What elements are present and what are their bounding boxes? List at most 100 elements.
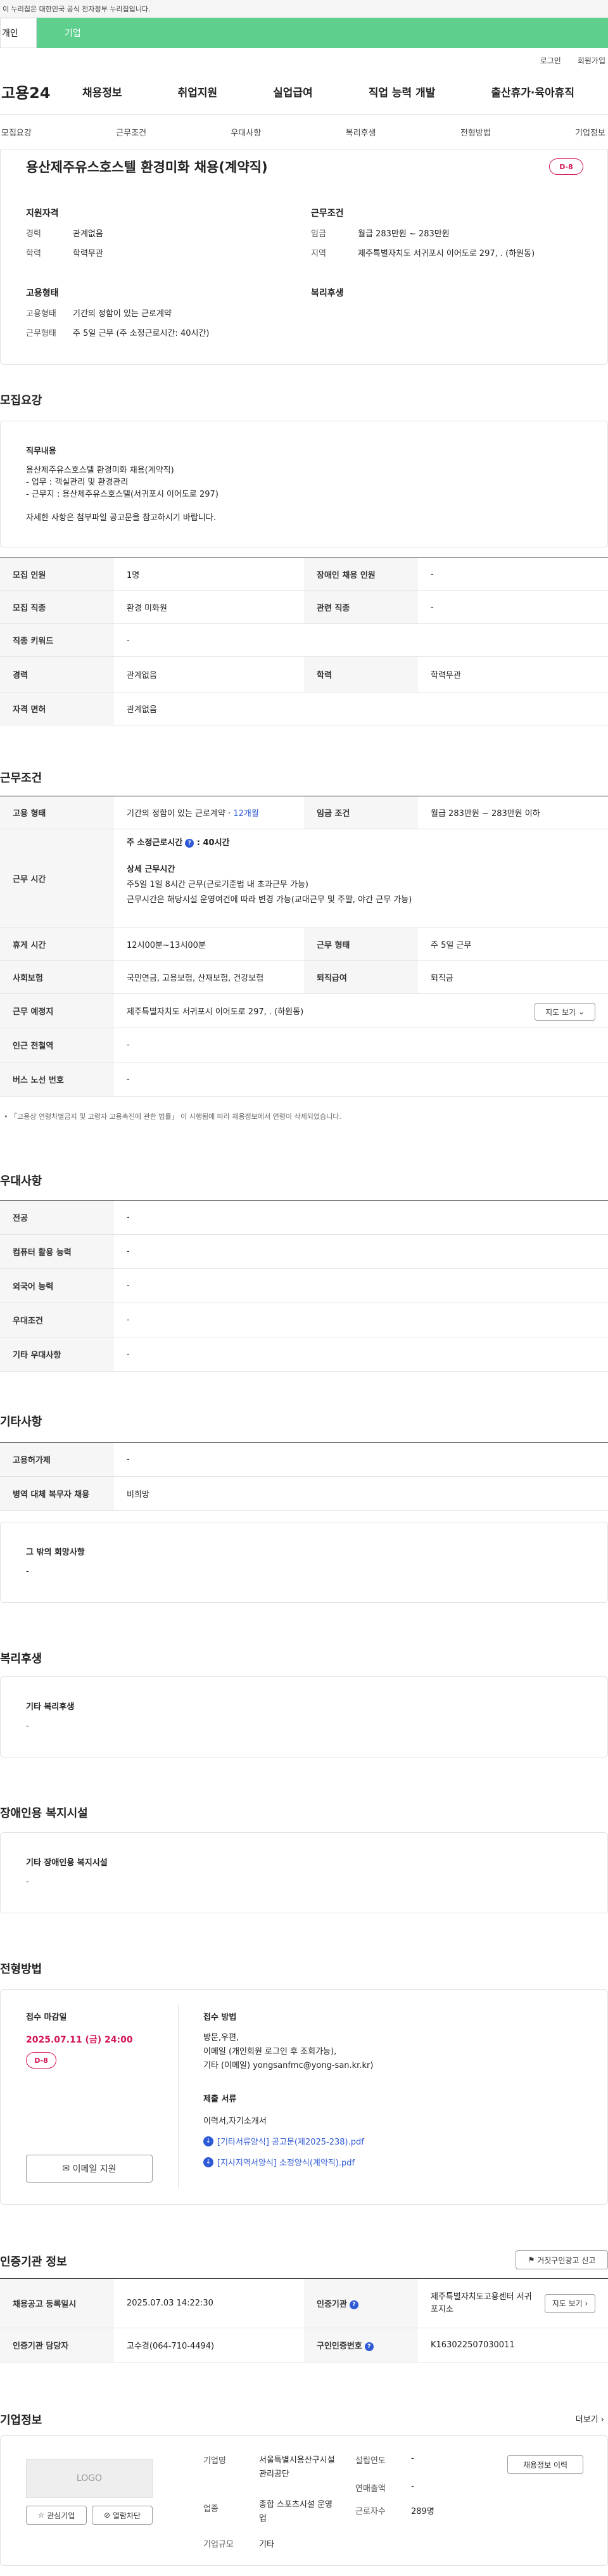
condition-block: 근무조건 임금 월급 283만원 ~ 283만원 지역 제주특별자치도 서귀포시 이… <box>311 207 590 258</box>
welfare-section: 복리후생 <box>0 1650 608 1666</box>
subnav-welfare[interactable]: 복리후생 <box>346 126 376 138</box>
tab-person[interactable]: 개인 <box>0 18 37 48</box>
subnav-preference[interactable]: 우대사항 <box>231 126 261 138</box>
certify-table: 채용공고 등록일시 2025.07.03 14:22:30 인증기관? 제주특별… <box>0 2278 608 2362</box>
nav-item-unemployment[interactable]: 실업급여 <box>273 84 313 99</box>
table-row: 인근 전철역 - <box>0 1028 608 1062</box>
subnav-selection[interactable]: 전형방법 <box>460 126 491 138</box>
etc-title: 기타사항 <box>0 1415 42 1429</box>
subnav-company[interactable]: 기업정보 <box>575 126 605 138</box>
join-link[interactable]: 회원가입 <box>578 55 605 66</box>
company-section: 기업정보 더보기 › <box>0 2405 608 2430</box>
table-row: 우대조건 - <box>0 1303 608 1337</box>
table-row: 고용 형태 기간의 정함이 있는 근로계약 · 12개월 임금 조건 월급 28… <box>0 796 608 829</box>
disability-card: 기타 장애인용 복지시설 - <box>0 1832 608 1913</box>
table-row: 경력 관계없음 학력 학력무관 <box>0 656 608 692</box>
report-fake-ad-button[interactable]: ⚑ 거짓구인광고 신고 <box>516 2250 608 2269</box>
method-block: 접수 방법 방문,우편, 이메일 (개인회원 로그인 후 조회가능), 기타 (… <box>203 2010 583 2168</box>
conditions-section: 근무조건 <box>0 769 608 786</box>
email-apply-button[interactable]: ✉ 이메일 지원 <box>26 2155 153 2183</box>
table-row: 자격 면허 관계없음 <box>0 692 608 725</box>
tab-company[interactable]: 기업 <box>37 18 608 48</box>
star-icon: ☆ <box>37 2511 45 2520</box>
company-name: 서울특별시용산구시설관리공단 <box>259 2456 335 2479</box>
chevron-down-icon: ⌄ <box>578 1007 585 1016</box>
welfare-title: 복리후생 <box>0 1652 42 1666</box>
table-row: 외국어 능력 - <box>0 1268 608 1303</box>
main-nav: 고용24 채용정보 취업지원 실업급여 직업 능력 개발 출산휴가·육아휴직 <box>0 72 608 110</box>
table-row: 근무 시간 주 소정근로시간? : 40시간 상세 근무시간 주5일 1일 8시… <box>0 829 608 928</box>
gov-banner: 이 누리집은 대한민국 공식 전자정부 누리집입니다. <box>0 0 608 18</box>
company-card: LOGO ☆ 관심기업 ⊘ 열람차단 기업명 서울특별시용산구시설관리공단 설립… <box>0 2435 608 2566</box>
company-more-link[interactable]: 더보기 › <box>576 2413 604 2425</box>
job-description-card: 직무내용 용산제주유스호스텔 환경미화 채용(계약직) - 업무 : 객실관리 … <box>0 421 608 547</box>
info-icon[interactable]: ? <box>364 2342 374 2351</box>
nav-item-jobs[interactable]: 채용정보 <box>82 84 122 99</box>
util-links: 로그인 회원가입 <box>0 48 608 72</box>
dday-badge: D-8 <box>549 158 583 175</box>
flag-icon: ⚑ <box>528 2255 535 2264</box>
education-value: 학력무관 <box>73 249 103 258</box>
selection-card: 접수 마감일 2025.07.11 (금) 24:00 D-8 ✉ 이메일 지원… <box>0 1989 608 2205</box>
disability-title: 장애인용 복지시설 <box>0 1807 88 1820</box>
table-row: 기타 우대사항 - <box>0 1337 608 1372</box>
table-row: 인증기관 담당자 고수경(064-710-4494) 구인인증번호? K1630… <box>0 2328 608 2362</box>
site-logo[interactable]: 고용24 <box>0 80 82 103</box>
disability-section: 장애인용 복지시설 <box>0 1804 608 1821</box>
nav-item-leave[interactable]: 출산휴가·육아휴직 <box>491 84 574 99</box>
qualification-heading: 지원자격 <box>26 208 59 219</box>
conditions-title: 근무조건 <box>0 772 42 785</box>
employment-block: 고용형태 고용형태 기간의 정함이 있는 근로계약 근무형태 주 5일 근무 (주 … <box>26 286 292 338</box>
nav-item-training[interactable]: 직업 능력 개발 <box>369 84 436 99</box>
agency-map-button[interactable]: 지도 보기 › <box>545 2294 595 2313</box>
deadline-dday-badge: D-8 <box>26 2052 56 2069</box>
recruit-table: 모집 인원 1명 장애인 채용 인원 - 모집 직종 환경 미화원 관련 직종 - 직종… <box>0 558 608 725</box>
job-description-heading: 직무내용 <box>26 447 56 456</box>
welfare-card: 기타 복리후생 - <box>0 1676 608 1757</box>
area-value: 제주특별자치도 서귀포시 이어도로 297, . (하원동) <box>358 249 535 258</box>
employment-type-value: 기간의 정함이 있는 근로계약 <box>73 309 172 319</box>
job-title: 용산제주유스호스텔 환경미화 채용(계약직) <box>26 160 268 175</box>
selection-title: 전형방법 <box>0 1963 42 1976</box>
map-button[interactable]: 지도 보기 ⌄ <box>535 1003 595 1021</box>
company-workers: 289명 <box>411 2507 434 2516</box>
info-icon[interactable]: ? <box>185 838 194 848</box>
table-row: 전공 - <box>0 1200 608 1235</box>
subnav-conditions[interactable]: 근무조건 <box>116 126 146 138</box>
table-row: 휴게 시간 12시00분~13시00분 근무 형태 주 5일 근무 <box>0 928 608 961</box>
table-row: 병역 대체 복무자 채용 비희망 <box>0 1476 608 1511</box>
block-view-button[interactable]: ⊘ 열람차단 <box>92 2506 153 2525</box>
job-summary-card: 용산제주유스호스텔 환경미화 채용(계약직) D-8 지원자격 경력 관계없음 학… <box>0 150 608 365</box>
table-row: 직종 키워드 - <box>0 623 608 657</box>
subnav-recruit[interactable]: 모집요강 <box>1 126 32 138</box>
login-link[interactable]: 로그인 <box>540 55 561 66</box>
chevron-right-icon: › <box>600 2415 604 2425</box>
company-logo: LOGO <box>26 2459 153 2498</box>
info-icon[interactable]: ? <box>349 2300 358 2309</box>
welfare-block: 복리후생 <box>311 286 344 299</box>
job-description-text: 용산제주유스호스텔 환경미화 채용(계약직) - 업무 : 객실관리 및 환경관… <box>26 466 218 523</box>
etc-section: 기타사항 <box>0 1413 608 1429</box>
job-history-button[interactable]: 채용정보 이력 <box>507 2455 583 2474</box>
deadline-heading: 접수 마감일 <box>26 2013 67 2022</box>
table-row: 사회보험 국민연금, 고용보험, 산재보험, 건강보험 퇴직급여 퇴직금 <box>0 960 608 994</box>
interest-company-button[interactable]: ☆ 관심기업 <box>26 2506 87 2525</box>
etc-table: 고용허가제 - 병역 대체 복무자 채용 비희망 <box>0 1442 608 1511</box>
preference-table: 전공 - 컴퓨터 활용 능력 - 외국어 능력 - 우대조건 - 기타 우대사항 - <box>0 1200 608 1372</box>
user-type-tabs: 개인 기업 <box>0 18 608 48</box>
divider <box>178 2005 179 2189</box>
employment-heading: 고용형태 <box>26 288 59 298</box>
section-nav: 모집요강 근무조건 우대사항 복리후생 전형방법 기업정보 <box>0 114 608 150</box>
attachment-link-2[interactable]: ↓ [지사지역서양식] 소정양식(계약직).pdf <box>203 2156 583 2168</box>
work-type-value: 주 5일 근무 (주 소정근로시간: 40시간) <box>73 329 210 338</box>
attachment-link-1[interactable]: ↓ [기타서류양식] 공고문(제2025-238).pdf <box>203 2135 583 2147</box>
table-row: 모집 직종 환경 미화원 관련 직종 - <box>0 590 608 624</box>
other-wish-card: 그 밖의 희망사항 - <box>0 1522 608 1603</box>
age-note: • 「고용상 연령차별금지 및 고령자 고용촉진에 관한 법률」 이 시행됨에 … <box>4 1113 341 1121</box>
download-icon: ↓ <box>203 2157 213 2167</box>
certify-section: 인증기관 정보 ⚑ 거짓구인광고 신고 <box>0 2247 608 2272</box>
table-row: 고용허가제 - <box>0 1442 608 1477</box>
nav-item-employment[interactable]: 취업지원 <box>178 84 218 99</box>
career-value: 관계없음 <box>73 229 103 239</box>
recruit-section: 모집요강 <box>0 392 608 408</box>
